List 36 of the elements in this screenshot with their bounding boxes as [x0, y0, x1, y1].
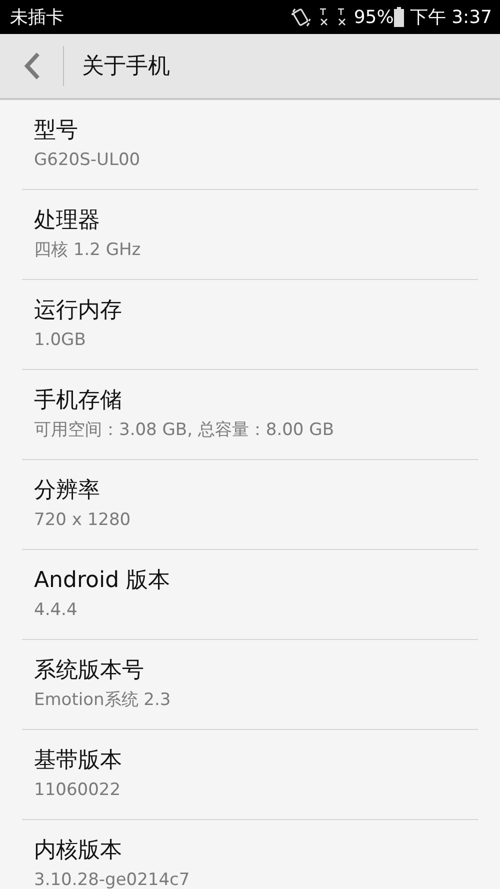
info-row[interactable]: 型号 G620S-UL00 [22, 100, 478, 190]
item-value: G620S-UL00 [34, 149, 140, 172]
item-title: 基带版本 [34, 747, 122, 775]
item-title: 型号 [34, 117, 78, 145]
carrier-text: 未插卡 [10, 6, 65, 29]
item-value: Emotion系统 2.3 [34, 689, 171, 712]
item-title: 处理器 [34, 207, 100, 235]
info-row[interactable]: 系统版本号 Emotion系统 2.3 [22, 640, 478, 730]
item-value: 可用空间：3.08 GB, 总容量：8.00 GB [34, 419, 334, 442]
item-title: Android 版本 [34, 567, 170, 595]
item-value: 720 x 1280 [34, 509, 131, 532]
clock-text: 下午 3:37 [410, 6, 492, 29]
item-value: 3.10.28-ge0214c7 [34, 869, 190, 889]
info-row[interactable]: 基带版本 11060022 [22, 730, 478, 820]
info-row[interactable]: 分辨率 720 x 1280 [22, 460, 478, 550]
no-sim-icon [318, 7, 330, 27]
item-title: 分辨率 [34, 477, 100, 505]
info-row[interactable]: Android 版本 4.4.4 [22, 550, 478, 640]
item-value: 1.0GB [34, 329, 86, 352]
item-value: 四核 1.2 GHz [34, 239, 141, 262]
item-title: 运行内存 [34, 297, 122, 325]
item-title: 系统版本号 [34, 657, 144, 685]
battery-percent: 95% [354, 6, 394, 28]
battery-icon [394, 7, 404, 27]
item-value: 4.4.4 [34, 599, 78, 622]
item-value: 11060022 [34, 779, 121, 802]
info-row[interactable]: 手机存储 可用空间：3.08 GB, 总容量：8.00 GB [22, 370, 478, 460]
info-row[interactable]: 内核版本 3.10.28-ge0214c7 [22, 820, 478, 889]
vibrate-icon [290, 6, 312, 28]
info-row[interactable]: 处理器 四核 1.2 GHz [22, 190, 478, 280]
item-title: 内核版本 [34, 837, 122, 865]
item-title: 手机存储 [34, 387, 122, 415]
no-sim-icon [336, 7, 348, 27]
info-row[interactable]: 运行内存 1.0GB [22, 280, 478, 370]
page-title: 关于手机 [82, 53, 170, 81]
back-icon [22, 51, 40, 81]
